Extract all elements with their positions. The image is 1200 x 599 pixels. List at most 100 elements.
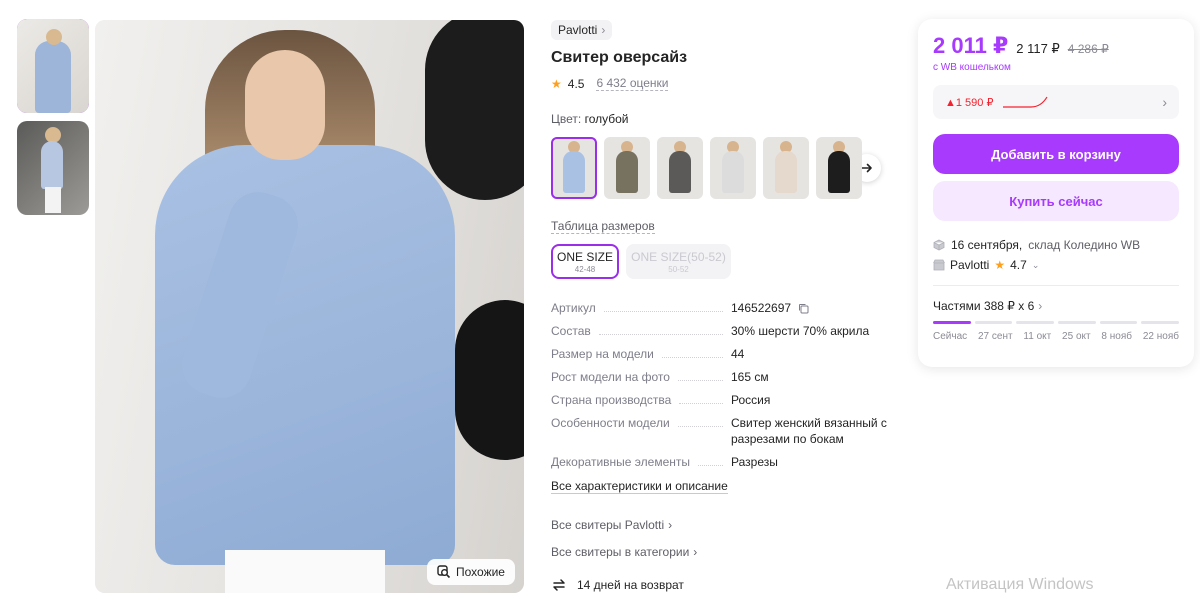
- all-category-sweaters-link[interactable]: Все свитеры в категории ›: [551, 545, 911, 559]
- installment-bar: [1099, 321, 1138, 324]
- specs-table: Артикул 146522697 Состав 30% шерсти 70% …: [551, 300, 911, 470]
- installment-bar: [974, 321, 1013, 324]
- size-main-label: ONE SIZE(50-52): [631, 249, 726, 264]
- price-row: 2 011 ₽ 2 117 ₽ 4 286 ₽: [933, 33, 1179, 59]
- installment-date: 22 нояб: [1142, 331, 1179, 342]
- add-to-cart-button[interactable]: Добавить в корзину: [933, 134, 1179, 174]
- returns-label: 14 дней на возврат: [577, 578, 684, 592]
- box-icon: [933, 239, 945, 251]
- buy-now-button[interactable]: Купить сейчас: [933, 181, 1179, 221]
- brand-name: Pavlotti: [558, 23, 598, 37]
- product-info: Pavlotti › Свитер оверсайз ★ 4.5 6 432 о…: [551, 20, 911, 592]
- similar-button[interactable]: Похожие: [427, 559, 515, 585]
- main-product-photo[interactable]: [95, 20, 524, 593]
- installment-date: 25 окт: [1062, 331, 1091, 342]
- star-icon: ★: [551, 76, 562, 91]
- size-options: ONE SIZE 42-48 ONE SIZE(50-52) 50-52: [551, 244, 911, 279]
- color-swatches: [551, 137, 911, 199]
- installment-date: 27 сент: [977, 331, 1013, 342]
- color-swatch[interactable]: [816, 137, 862, 199]
- copy-icon[interactable]: [798, 303, 809, 314]
- spec-key: Рост модели на фото: [551, 370, 670, 384]
- seller-name: Pavlotti: [950, 258, 990, 272]
- delivery-date: 16 сентября,: [951, 238, 1023, 252]
- size-sub-label: 50-52: [668, 264, 689, 274]
- installment-date: Сейчас: [933, 331, 968, 342]
- installment-dates: Сейчас 27 сент 11 окт 25 окт 8 нояб 22 н…: [933, 331, 1179, 342]
- size-table-link[interactable]: Таблица размеров: [551, 219, 655, 234]
- product-title: Свитер оверсайз: [551, 49, 688, 66]
- color-swatch[interactable]: [657, 137, 703, 199]
- wallet-note: с WB кошельком: [933, 62, 1011, 73]
- color-label: Цвет: голубой: [551, 112, 911, 126]
- spec-key: Размер на модели: [551, 347, 654, 361]
- size-one-size-50-52[interactable]: ONE SIZE(50-52) 50-52: [626, 244, 731, 279]
- all-brand-sweaters-link[interactable]: Все свитеры Pavlotti ›: [551, 518, 911, 532]
- buy-panel: 2 011 ₽ 2 117 ₽ 4 286 ₽ с WB кошельком ▲…: [918, 19, 1194, 367]
- spec-row: Состав 30% шерсти 70% акрила: [551, 323, 911, 339]
- installment-bar: [1016, 321, 1055, 324]
- windows-activation-watermark: Активация Windows: [946, 576, 1094, 593]
- spec-value: 165 см: [731, 370, 769, 384]
- installment-bars: [933, 321, 1180, 324]
- spec-row: Размер на модели 44: [551, 346, 911, 362]
- spec-key: Состав: [551, 324, 591, 338]
- chevron-right-icon: ›: [1038, 299, 1043, 313]
- installments-row[interactable]: Частями 388 ₽ х 6 ›: [933, 299, 1179, 313]
- thumbnail-2[interactable]: [17, 121, 89, 215]
- size-one-size[interactable]: ONE SIZE 42-48: [551, 244, 619, 279]
- spec-row: Особенности модели Свитер женский вязанн…: [551, 415, 911, 447]
- spec-row: Артикул 146522697: [551, 300, 911, 316]
- return-arrows-icon: [553, 579, 565, 591]
- spec-value: Свитер женский вязанный с разрезами по б…: [731, 416, 887, 446]
- installments-label: Частями 388 ₽ х 6: [933, 299, 1035, 313]
- color-swatch[interactable]: [551, 137, 597, 199]
- color-swatch[interactable]: [763, 137, 809, 199]
- price-trend-icon: [1003, 96, 1048, 108]
- chevron-right-icon: ›: [1162, 94, 1167, 110]
- color-swatch[interactable]: [604, 137, 650, 199]
- brand-link[interactable]: Pavlotti ›: [551, 20, 613, 40]
- spec-value: Разрезы: [731, 455, 778, 469]
- chevron-right-icon: ›: [668, 518, 673, 532]
- spec-value: Россия: [731, 393, 771, 407]
- seller-row[interactable]: Pavlotti ★ 4.7 ⌄: [933, 258, 1179, 272]
- arrow-right-icon: [861, 163, 872, 173]
- spec-row: Рост модели на фото 165 см: [551, 369, 911, 385]
- price-current: 2 011 ₽: [933, 33, 1009, 58]
- chevron-down-icon: ⌄: [1031, 259, 1040, 270]
- size-main-label: ONE SIZE: [556, 249, 613, 264]
- spec-key: Особенности модели: [551, 416, 670, 430]
- star-icon: ★: [994, 258, 1006, 272]
- similar-label: Похожие: [456, 565, 505, 579]
- delivery-warehouse: склад Коледино WB: [1028, 238, 1141, 252]
- size-sub-label: 42-48: [574, 264, 596, 274]
- similar-search-icon: [437, 565, 451, 579]
- spec-key: Страна производства: [551, 393, 672, 407]
- divider: [933, 285, 1179, 286]
- chevron-right-icon: ›: [693, 545, 698, 559]
- installment-bar: [933, 321, 971, 324]
- price-delta: ▲1 590 ₽: [945, 96, 994, 109]
- spec-value-article: 146522697: [731, 301, 792, 315]
- installment-bar: [1141, 321, 1180, 324]
- spec-value: 30% шерсти 70% акрила: [731, 324, 870, 338]
- color-key: Цвет:: [551, 112, 582, 126]
- spec-row: Декоративные элементы Разрезы: [551, 454, 911, 470]
- installment-date: 11 окт: [1023, 331, 1052, 342]
- color-value: голубой: [584, 112, 629, 126]
- installment-date: 8 нояб: [1101, 331, 1132, 342]
- rating-row: ★ 4.5 6 432 оценки: [551, 76, 911, 91]
- all-category-label: Все свитеры в категории: [551, 545, 690, 559]
- installment-bar: [1058, 321, 1096, 324]
- spec-key: Артикул: [551, 301, 596, 315]
- rating-value: 4.5: [567, 76, 585, 91]
- all-specs-link[interactable]: Все характеристики и описание: [551, 479, 728, 494]
- price-old: 4 286 ₽: [1067, 42, 1109, 56]
- spec-value: 44: [731, 347, 745, 361]
- thumbnail-1[interactable]: [17, 19, 89, 113]
- color-swatch[interactable]: [710, 137, 756, 199]
- shop-icon: [933, 259, 945, 271]
- price-history[interactable]: ▲1 590 ₽ ›: [933, 85, 1179, 119]
- reviews-link[interactable]: 6 432 оценки: [596, 76, 669, 91]
